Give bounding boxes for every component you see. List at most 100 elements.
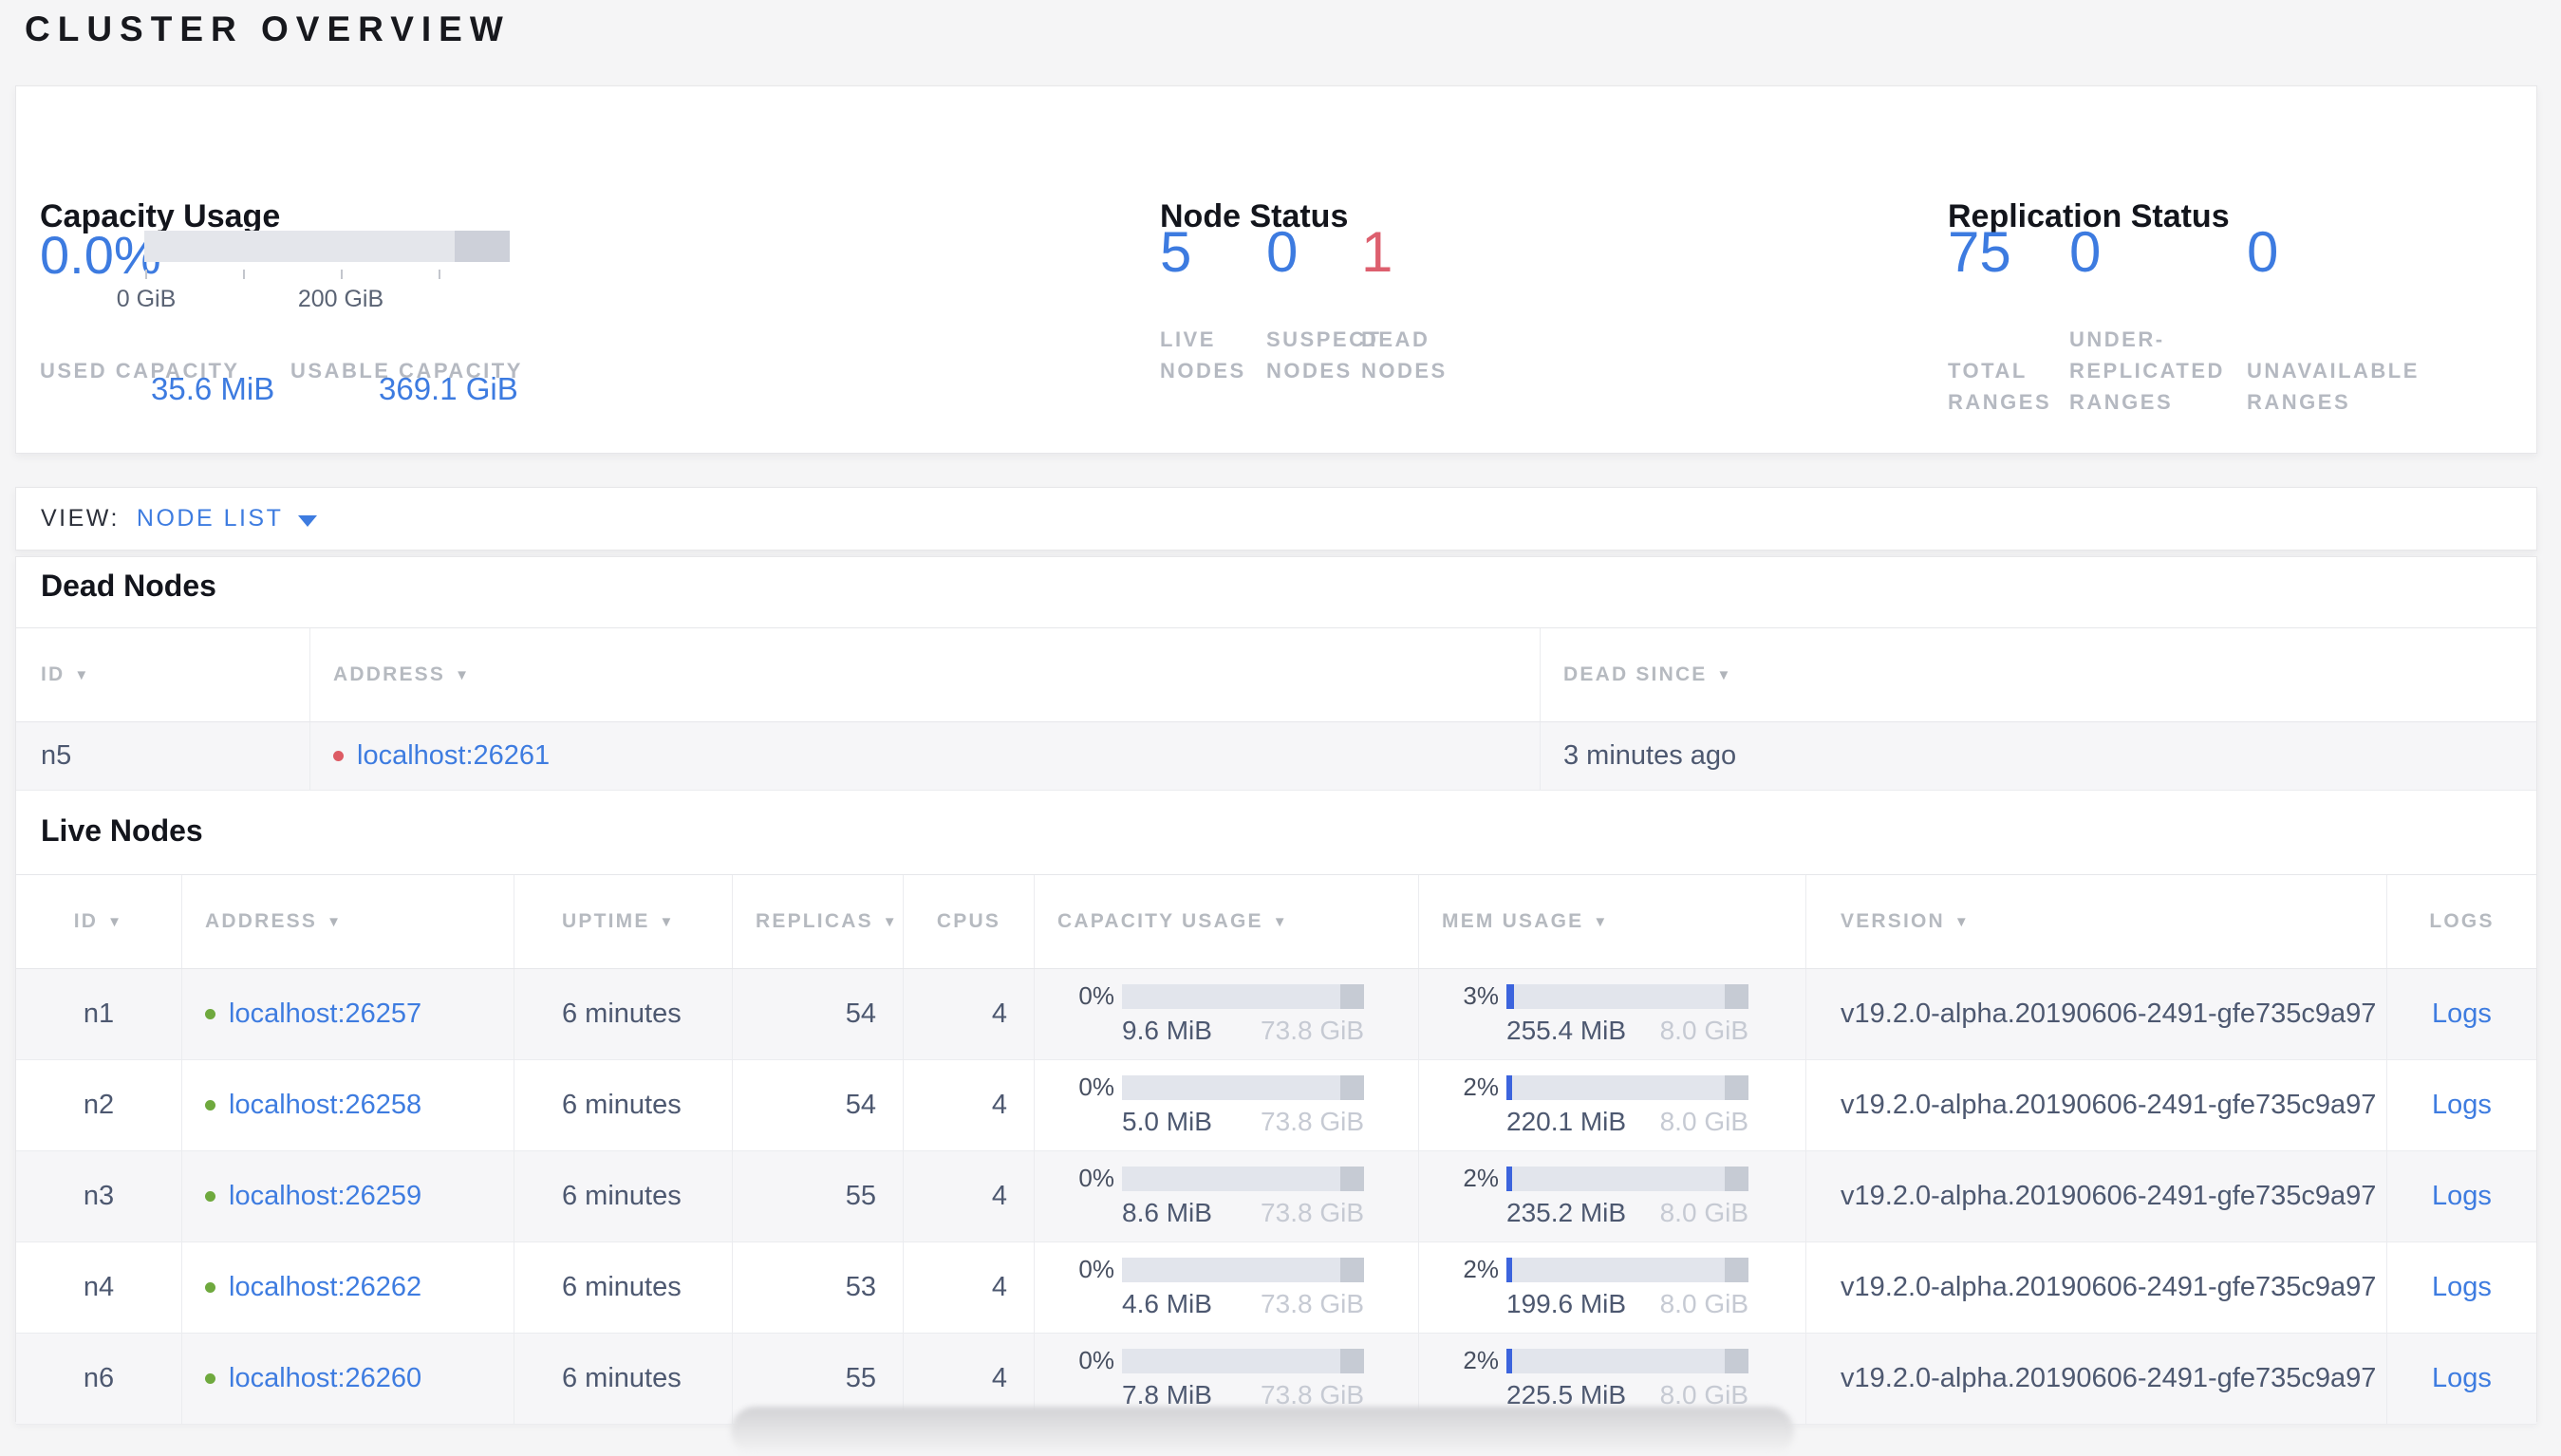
node-id: n2: [83, 1090, 115, 1120]
node-mem-usage-cell: 2% 199.6 MiB 8.0 GiB: [1418, 1242, 1805, 1333]
capacity-other-segment: [1339, 1166, 1364, 1191]
col-uptime-header[interactable]: UPTIME ▼: [514, 875, 732, 968]
live-node-row: n1 localhost:26257 6 minutes 54 4 0% 9.6…: [16, 969, 2536, 1060]
node-logs-link[interactable]: Logs: [2432, 1272, 2492, 1303]
gauge-tick: [243, 270, 245, 279]
node-logs-link[interactable]: Logs: [2432, 1363, 2492, 1394]
mem-total-value: 8.0 GiB: [1659, 1015, 1748, 1045]
unavailable-ranges-count: 0: [2247, 220, 2279, 284]
node-list-card: Dead Nodes ID ▼ ADDRESS ▼ DEAD SINCE ▼ n…: [15, 556, 2537, 1425]
node-capacity-usage-cell: 0% 5.0 MiB 73.8 GiB: [1034, 1060, 1418, 1150]
capacity-total-value: 73.8 GiB: [1261, 1197, 1364, 1227]
live-status-dot-icon: [205, 1191, 215, 1202]
node-address-link[interactable]: localhost:26260: [229, 1363, 421, 1394]
usable-capacity-value: 369.1 GiB: [379, 371, 518, 406]
live-node-row: n2 localhost:26258 6 minutes 54 4 0% 5.0…: [16, 1060, 2536, 1151]
live-nodes-heading: Live Nodes: [41, 813, 203, 848]
col-cpus-header[interactable]: CPUS: [903, 875, 1034, 968]
mem-used-fill: [1506, 1166, 1513, 1191]
dead-nodes-rows: n5 localhost:26261 3 minutes ago: [16, 722, 2536, 791]
mem-used-value: 220.1 MiB: [1506, 1106, 1627, 1136]
dead-node-id: n5: [41, 740, 72, 771]
capacity-other-segment: [1339, 1257, 1364, 1282]
dead-col-dead-since-header[interactable]: DEAD SINCE ▼: [1540, 628, 2536, 721]
live-nodes-rows: n1 localhost:26257 6 minutes 54 4 0% 9.6…: [16, 969, 2536, 1425]
node-mem-usage-cell: 2% 235.2 MiB 8.0 GiB: [1418, 1151, 1805, 1241]
node-logs-cell: Logs: [2386, 1151, 2536, 1241]
live-nodes-header-row: ID ▼ ADDRESS ▼ UPTIME ▼ REPLICAS ▼ CPUS: [16, 874, 2536, 969]
mem-percent-label: 2%: [1463, 1346, 1499, 1374]
mem-usage-bar: [1506, 1348, 1748, 1373]
live-status-dot-icon: [205, 1009, 215, 1019]
cluster-overview-page: CLUSTER OVERVIEW Capacity Usage 0.0% 0 G…: [0, 0, 2561, 1456]
node-address-link[interactable]: localhost:26258: [229, 1090, 421, 1121]
col-id-header[interactable]: ID ▼: [16, 875, 181, 968]
dead-status-dot-icon: [333, 751, 344, 761]
node-capacity-usage-cell: 0% 4.6 MiB 73.8 GiB: [1034, 1242, 1418, 1333]
live-nodes-table: ID ▼ ADDRESS ▼ UPTIME ▼ REPLICAS ▼ CPUS: [16, 874, 2536, 1425]
mem-usage-bar: [1506, 1257, 1748, 1282]
node-id: n6: [83, 1363, 115, 1393]
view-label: VIEW:: [41, 505, 120, 532]
node-cpus: 4: [903, 969, 1034, 1059]
unavailable-ranges-label: UNAVAILABLE RANGES: [2247, 359, 2420, 414]
capacity-usage-bar: [1122, 1257, 1364, 1282]
node-logs-cell: Logs: [2386, 969, 2536, 1059]
capacity-total-value: 73.8 GiB: [1261, 1015, 1364, 1045]
gauge-tick: [145, 270, 147, 279]
node-logs-link[interactable]: Logs: [2432, 1181, 2492, 1212]
node-logs-link[interactable]: Logs: [2432, 1090, 2492, 1121]
dead-node-dead-since: 3 minutes ago: [1540, 722, 2536, 790]
node-id: n3: [83, 1181, 115, 1211]
node-address-link[interactable]: localhost:26257: [229, 999, 421, 1030]
capacity-used-value: 7.8 MiB: [1122, 1379, 1212, 1409]
capacity-usage-bar: [1122, 1348, 1364, 1373]
node-address-cell: localhost:26260: [181, 1334, 514, 1424]
node-address-link[interactable]: localhost:26262: [229, 1272, 421, 1303]
node-uptime: 6 minutes: [514, 1060, 732, 1150]
col-version-header[interactable]: VERSION ▼: [1805, 875, 2386, 968]
view-dropdown[interactable]: NODE LIST: [136, 505, 318, 532]
view-dropdown-selected: NODE LIST: [136, 505, 284, 532]
col-replicas-header[interactable]: REPLICAS ▼: [732, 875, 903, 968]
node-address-cell: localhost:26259: [181, 1151, 514, 1241]
node-capacity-usage-cell: 0% 9.6 MiB 73.8 GiB: [1034, 969, 1418, 1059]
dead-node-address-link[interactable]: localhost:26261: [357, 740, 550, 772]
gauge-tick: [341, 270, 343, 279]
capacity-percent-label: 0%: [1078, 1346, 1114, 1374]
capacity-used-value: 4.6 MiB: [1122, 1288, 1212, 1318]
mem-other-segment: [1724, 1166, 1748, 1191]
under-replicated-ranges-count: 0: [2069, 220, 2102, 284]
node-uptime: 6 minutes: [514, 969, 732, 1059]
col-capacity-usage-header[interactable]: CAPACITY USAGE ▼: [1034, 875, 1418, 968]
node-logs-link[interactable]: Logs: [2432, 999, 2492, 1030]
node-address-link[interactable]: localhost:26259: [229, 1181, 421, 1212]
mem-other-segment: [1724, 1074, 1748, 1100]
capacity-percent-label: 0%: [1078, 1255, 1114, 1283]
suspect-nodes-count: 0: [1266, 220, 1299, 284]
node-capacity-usage-cell: 0% 8.6 MiB 73.8 GiB: [1034, 1151, 1418, 1241]
node-address-cell: localhost:26257: [181, 969, 514, 1059]
mem-other-segment: [1724, 983, 1748, 1009]
dead-node-address-cell: localhost:26261: [309, 722, 1540, 790]
capacity-usage-bar: [1122, 983, 1364, 1009]
live-status-dot-icon: [205, 1373, 215, 1384]
live-nodes-label: LIVE NODES: [1160, 327, 1246, 383]
mem-percent-label: 3%: [1463, 981, 1499, 1010]
sort-desc-icon: ▼: [74, 666, 91, 683]
col-address-header[interactable]: ADDRESS ▼: [181, 875, 514, 968]
live-status-dot-icon: [205, 1282, 215, 1293]
dead-col-id-header[interactable]: ID ▼: [16, 628, 309, 721]
sort-desc-icon: ▼: [882, 913, 899, 930]
capacity-usage-section: Capacity Usage 0.0% 0 GiB 200 GiB USED C…: [40, 86, 1122, 453]
mem-percent-label: 2%: [1463, 1255, 1499, 1283]
bottom-scroll-shadow: [731, 1407, 1794, 1456]
mem-usage-bar: [1506, 1166, 1748, 1191]
dead-nodes-header-row: ID ▼ ADDRESS ▼ DEAD SINCE ▼: [16, 627, 2536, 722]
col-mem-usage-header[interactable]: MEM USAGE ▼: [1418, 875, 1805, 968]
dead-node-row: n5 localhost:26261 3 minutes ago: [16, 722, 2536, 791]
dead-col-address-header[interactable]: ADDRESS ▼: [309, 628, 1540, 721]
view-selector-bar: VIEW: NODE LIST: [15, 487, 2537, 551]
mem-used-fill: [1506, 1257, 1513, 1282]
node-version: v19.2.0-alpha.20190606-2491-gfe735c9a97: [1805, 1060, 2386, 1150]
